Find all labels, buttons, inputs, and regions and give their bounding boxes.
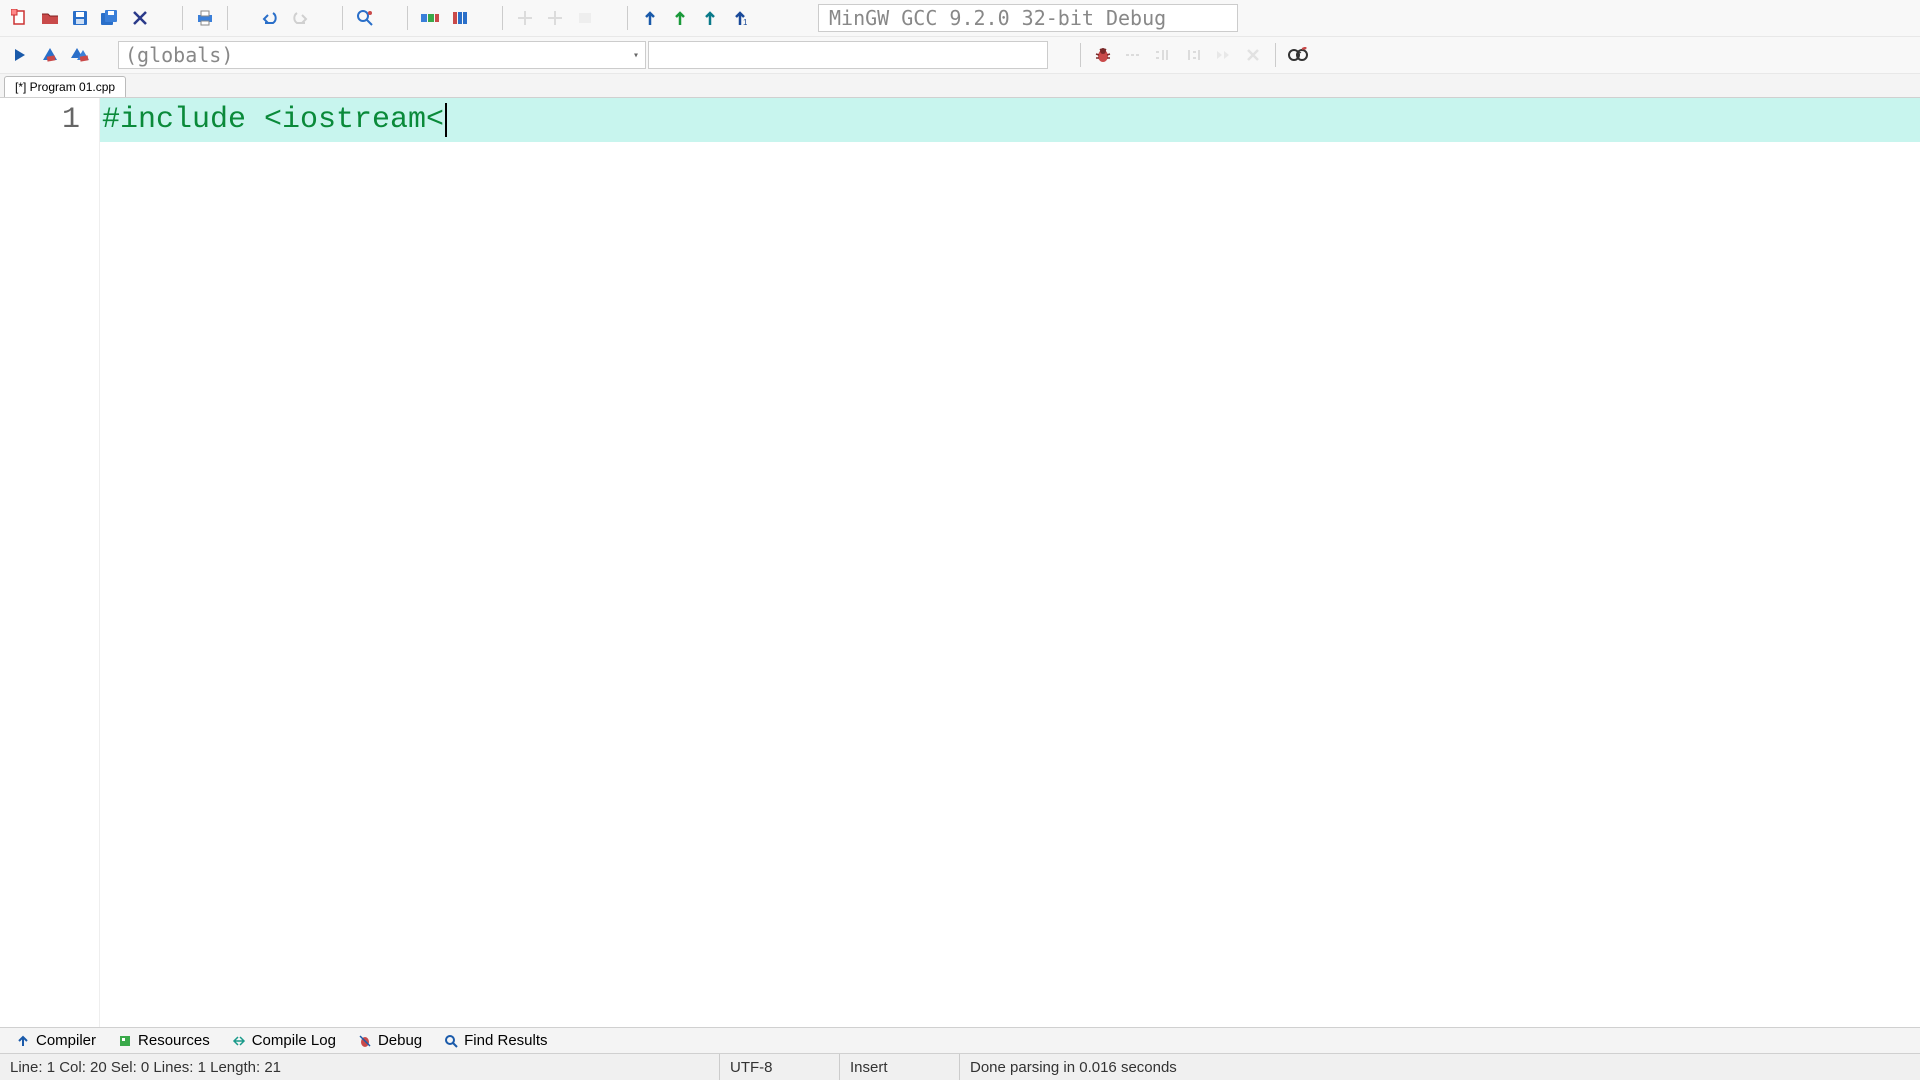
- step-over-button: [1119, 41, 1147, 69]
- run-button[interactable]: [446, 4, 474, 32]
- undo-button[interactable]: [256, 4, 284, 32]
- compiler-selector[interactable]: MinGW GCC 9.2.0 32-bit Debug: [818, 4, 1238, 32]
- tab-compiler-label: Compiler: [36, 1032, 96, 1049]
- step-into-button: [1149, 41, 1177, 69]
- tab-find-results[interactable]: Find Results: [434, 1029, 557, 1052]
- bug-icon: [358, 1034, 372, 1048]
- gutter-margin: [92, 98, 100, 1027]
- new-file-button[interactable]: [6, 4, 34, 32]
- log-icon: [232, 1034, 246, 1048]
- code-editor[interactable]: 1 #include <iostream<: [0, 98, 1920, 1027]
- toolbar-secondary: (globals) ▾: [0, 37, 1920, 74]
- remove-bookmark-button: [541, 4, 569, 32]
- save-all-button[interactable]: [96, 4, 124, 32]
- code-area[interactable]: #include <iostream<: [100, 98, 1920, 1027]
- next-button[interactable]: [6, 41, 34, 69]
- debug-start-button[interactable]: [1089, 41, 1117, 69]
- goto-2-button[interactable]: [666, 4, 694, 32]
- close-button[interactable]: [126, 4, 154, 32]
- tab-resources[interactable]: Resources: [108, 1029, 220, 1052]
- open-file-button[interactable]: [36, 4, 64, 32]
- tab-compile-log[interactable]: Compile Log: [222, 1029, 346, 1052]
- tab-compiler[interactable]: Compiler: [6, 1029, 106, 1052]
- chevron-down-icon: ▾: [633, 50, 639, 61]
- svg-text:1: 1: [743, 18, 747, 27]
- gutter: 1: [0, 98, 92, 1027]
- status-bar: Line: 1 Col: 20 Sel: 0 Lines: 1 Length: …: [0, 1053, 1920, 1080]
- resources-icon: [118, 1034, 132, 1048]
- goto-1-button[interactable]: [636, 4, 664, 32]
- goto-bookmark-button: [571, 4, 599, 32]
- step-out-button: [1179, 41, 1207, 69]
- find-button[interactable]: [351, 4, 379, 32]
- arrow-up-icon: [16, 1034, 30, 1048]
- member-dropdown[interactable]: [648, 41, 1048, 69]
- code-line[interactable]: #include <iostream<: [100, 98, 1920, 142]
- status-encoding: UTF-8: [720, 1054, 840, 1080]
- toolbar-main: 1 MinGW GCC 9.2.0 32-bit Debug: [0, 0, 1920, 37]
- redo-button: [286, 4, 314, 32]
- tab-resources-label: Resources: [138, 1032, 210, 1049]
- file-tab-active[interactable]: [*] Program 01.cpp: [4, 76, 126, 97]
- compile-button[interactable]: [416, 4, 444, 32]
- save-button[interactable]: [66, 4, 94, 32]
- goto-3-button[interactable]: [696, 4, 724, 32]
- scope-dropdown[interactable]: (globals) ▾: [118, 41, 646, 69]
- goto-4-button[interactable]: 1: [726, 4, 754, 32]
- insert-bookmark-button: [511, 4, 539, 32]
- continue-button: [1209, 41, 1237, 69]
- status-mode: Insert: [840, 1054, 960, 1080]
- print-button[interactable]: [191, 4, 219, 32]
- text-cursor: [445, 103, 447, 137]
- status-message: Done parsing in 0.016 seconds: [960, 1054, 1920, 1080]
- tab-debug[interactable]: Debug: [348, 1029, 432, 1052]
- line-number: 1: [0, 98, 80, 142]
- tab-find-results-label: Find Results: [464, 1032, 547, 1049]
- watch-button[interactable]: [1284, 41, 1312, 69]
- file-tab-strip: [*] Program 01.cpp: [0, 74, 1920, 98]
- search-icon: [444, 1034, 458, 1048]
- scope-value: (globals): [125, 43, 233, 67]
- output-tabs: Compiler Resources Compile Log Debug Fin…: [0, 1027, 1920, 1053]
- remove-error-button[interactable]: [36, 41, 64, 69]
- tab-compile-log-label: Compile Log: [252, 1032, 336, 1049]
- code-text: #include <iostream<: [102, 103, 444, 137]
- tab-debug-label: Debug: [378, 1032, 422, 1049]
- remove-all-errors-button[interactable]: [66, 41, 94, 69]
- status-position: Line: 1 Col: 20 Sel: 0 Lines: 1 Length: …: [0, 1054, 720, 1080]
- stop-debug-button: [1239, 41, 1267, 69]
